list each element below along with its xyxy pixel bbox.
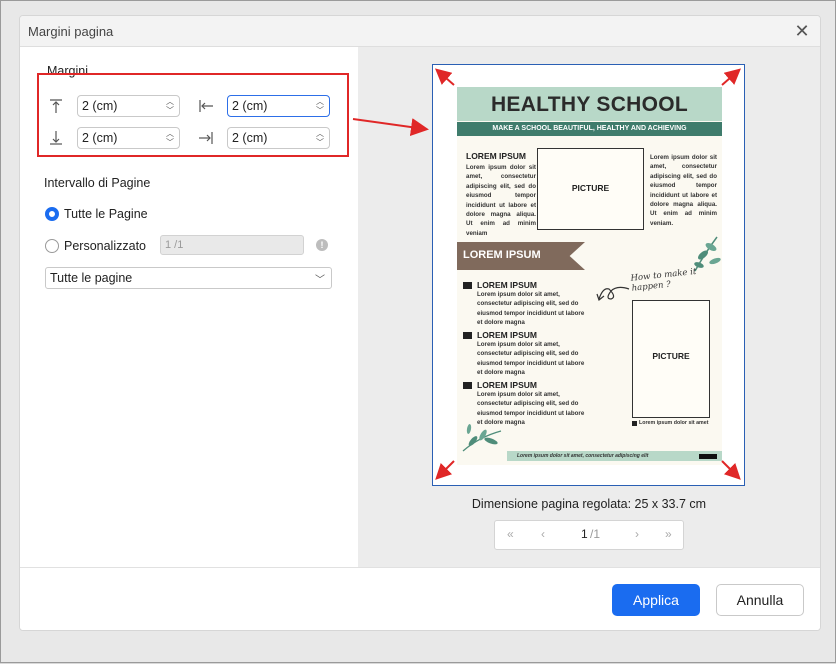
window-frame: Margini pagina ✕ Margini 2 (cm) ︿ ﹀ 2 (cm… (0, 0, 836, 663)
annotation-arrow-overlay (352, 118, 429, 136)
